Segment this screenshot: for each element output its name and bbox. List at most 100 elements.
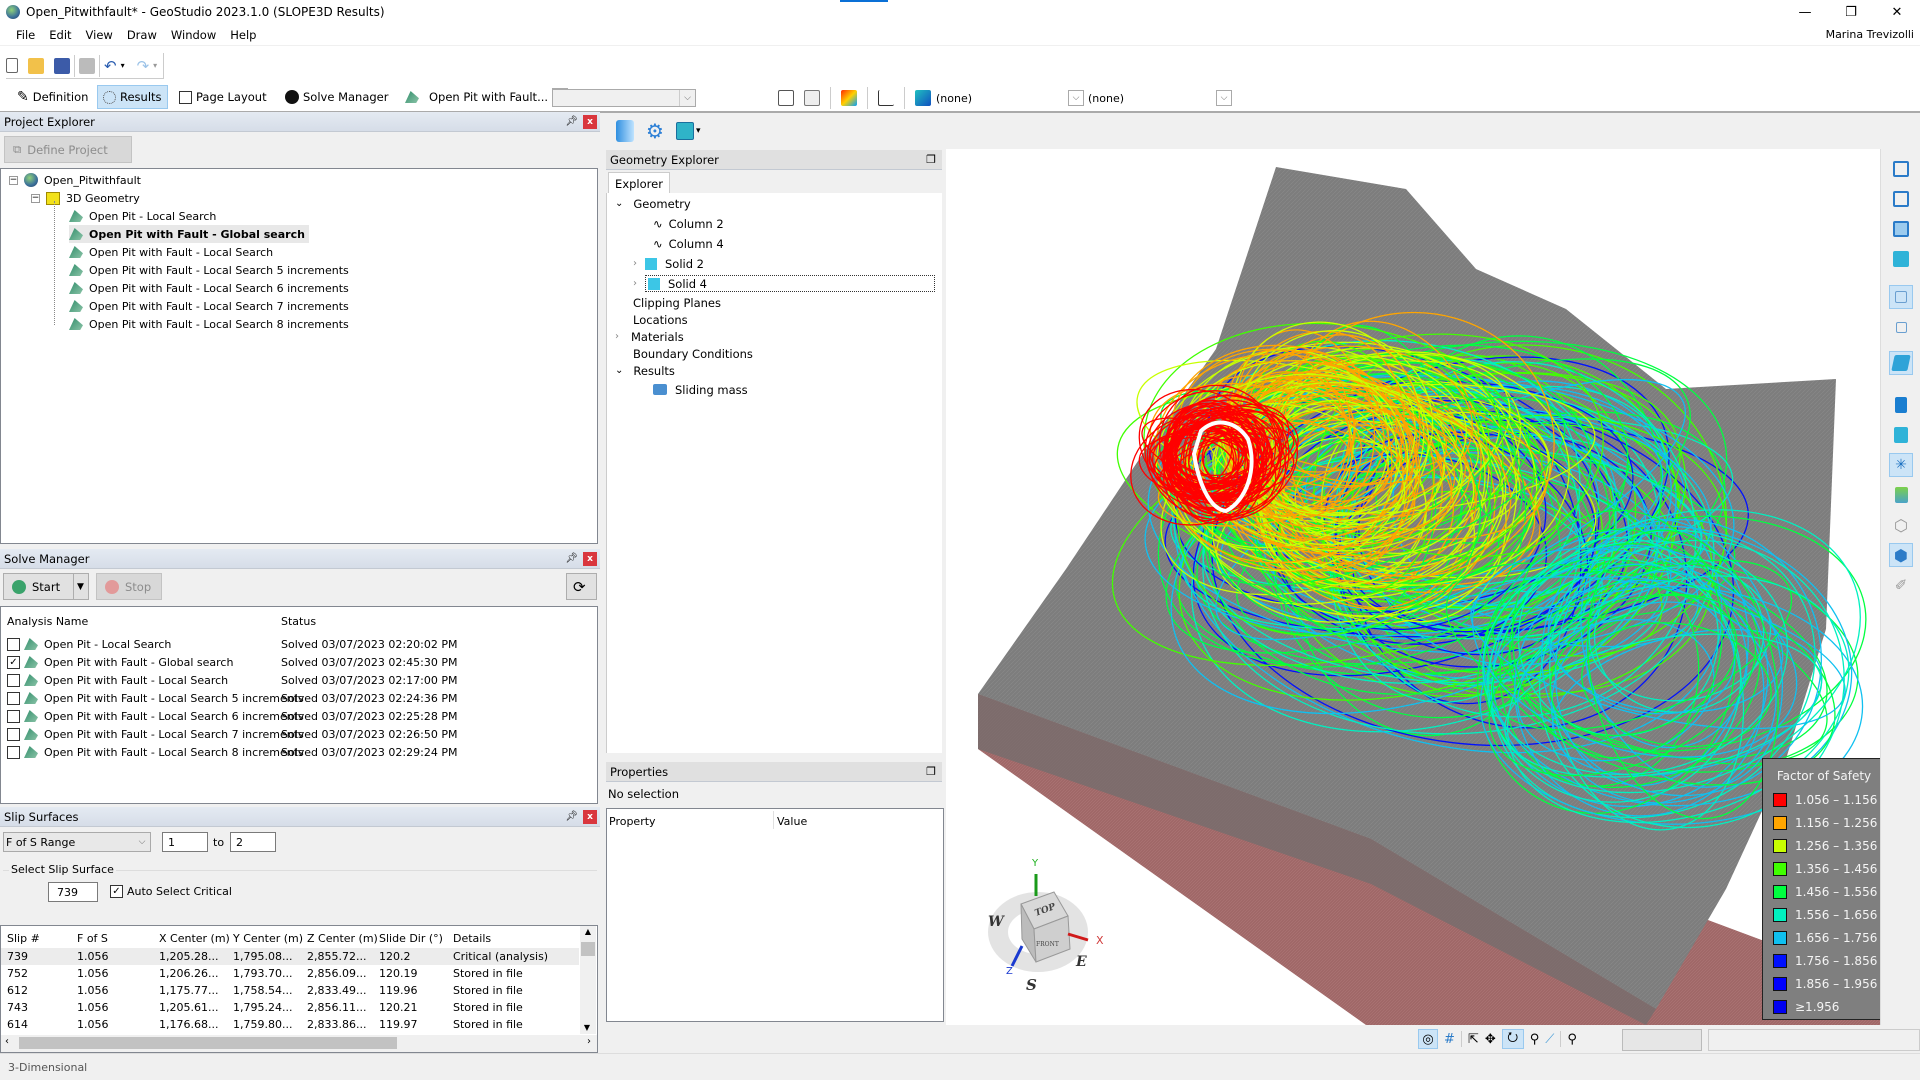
3d-viewport[interactable]: Y X Z TOP FRONT W E S — [946, 149, 1880, 1025]
orbit-icon[interactable]: ⭮ — [1501, 1029, 1524, 1049]
mesh-view-icon[interactable] — [1889, 285, 1913, 309]
slip-table-row[interactable]: 614 1.056 1,176.68... 1,759.80... 2,833.86..… — [1, 1016, 579, 1033]
isosurface-combo[interactable]: (none) ⌵ — [1088, 89, 1232, 107]
solve-manager-button[interactable]: Solve Manager — [280, 85, 393, 109]
column-header[interactable]: Slip # — [7, 932, 40, 945]
column-header[interactable]: F of S — [77, 932, 108, 945]
collapse-icon[interactable]: − — [9, 175, 18, 185]
undo-dropdown-icon[interactable]: ▾ — [121, 61, 125, 70]
solve-row[interactable]: Open Pit with Fault - Local Search 5 inc… — [7, 689, 593, 707]
column-header[interactable]: Slide Dir (°) — [379, 932, 443, 945]
column-header[interactable]: X Center (m) — [159, 932, 230, 945]
tree-root[interactable]: − Open_Pitwithfault — [9, 171, 141, 189]
minimize-button[interactable]: — — [1782, 0, 1828, 24]
column-header-name[interactable]: Analysis Name — [7, 615, 88, 628]
tab-explorer[interactable]: Explorer — [608, 172, 670, 194]
scroll-up-icon[interactable]: ▲ — [581, 927, 595, 941]
menu-draw[interactable]: Draw — [127, 28, 157, 42]
tree-boundary-conditions[interactable]: Boundary Conditions — [633, 345, 753, 362]
checkbox[interactable] — [7, 673, 20, 687]
range-from-input[interactable] — [162, 832, 208, 852]
scroll-thumb[interactable] — [19, 1037, 397, 1049]
new-file-icon[interactable] — [6, 58, 18, 73]
refresh-button[interactable]: ⟳ — [566, 573, 597, 600]
settings-gear-icon[interactable]: ⚙ — [646, 119, 664, 143]
select-solid-icon[interactable] — [1889, 247, 1913, 271]
slip-table-row[interactable]: 739 1.056 1,205.28... 1,795.08... 2,855.72..… — [1, 948, 579, 965]
close-panel-icon[interactable]: x — [583, 552, 597, 566]
vertical-scrollbar[interactable]: ▲ ▼ — [580, 926, 596, 1034]
tree-analysis-item-selected[interactable]: Open Pit with Fault - Global search — [69, 225, 309, 243]
expanded-chevron-icon[interactable]: ⌄ — [615, 365, 623, 376]
auto-select-checkbox[interactable]: ✓ Auto Select Critical — [110, 885, 232, 898]
mesh-detail-icon[interactable] — [1889, 315, 1913, 339]
range-to-input[interactable] — [230, 832, 276, 852]
tree-materials[interactable]: › Materials — [615, 328, 684, 345]
tree-sliding-mass[interactable]: Sliding mass — [653, 381, 748, 398]
open-folder-icon[interactable] — [28, 57, 44, 74]
checkbox[interactable] — [7, 745, 20, 759]
select-surface-icon[interactable] — [1889, 351, 1913, 375]
tree-analysis-item[interactable]: Open Pit with Fault - Local Search 8 inc… — [69, 315, 349, 333]
terrain-icon[interactable] — [1889, 483, 1913, 507]
polygon-fill-icon[interactable]: ⬢ — [1889, 543, 1913, 567]
secondary-combo[interactable]: ⌵ — [552, 89, 696, 107]
scroll-left-icon[interactable]: ‹ — [5, 1036, 9, 1047]
draw-cylinder-icon[interactable] — [1889, 393, 1913, 417]
pin-icon[interactable]: 📌︎ — [565, 811, 578, 822]
restore-button[interactable]: ❐ — [1828, 0, 1874, 24]
scroll-down-icon[interactable]: ▼ — [580, 1023, 594, 1032]
redo-dropdown-icon[interactable]: ▾ — [153, 61, 157, 70]
collapse-icon[interactable]: − — [31, 193, 40, 203]
checkbox[interactable] — [7, 691, 20, 705]
menu-file[interactable]: File — [16, 28, 35, 42]
solve-row[interactable]: Open Pit with Fault - Local Search Solved… — [7, 671, 593, 689]
snap-icon[interactable]: ◎ — [1418, 1029, 1438, 1049]
table-view-icon[interactable] — [778, 90, 794, 106]
range-mode-select[interactable]: F of S Range ⌵ — [3, 832, 151, 852]
tree-column-4[interactable]: ∿ Column 4 — [653, 235, 724, 252]
column-header[interactable]: Y Center (m) — [233, 932, 303, 945]
light-icon[interactable]: ✳ — [1889, 453, 1913, 477]
zoom-extents-icon[interactable]: ⚲ — [1567, 1032, 1577, 1047]
solve-row[interactable]: Open Pit with Fault - Local Search 7 inc… — [7, 725, 593, 743]
tree-clipping-planes[interactable]: Clipping Planes — [633, 294, 721, 311]
expanded-chevron-icon[interactable]: ⌄ — [615, 198, 623, 209]
tree-analysis-item[interactable]: Open Pit with Fault - Local Search 5 inc… — [69, 261, 349, 279]
tree-locations[interactable]: Locations — [633, 311, 688, 328]
undo-icon[interactable]: ↶ — [104, 57, 117, 75]
checkbox-checked[interactable]: ✓ — [7, 655, 20, 669]
start-dropdown-button[interactable]: ▼ — [73, 573, 89, 600]
close-panel-icon[interactable]: x — [583, 810, 597, 824]
stop-button[interactable]: Stop — [96, 573, 162, 600]
tree-analysis-item[interactable]: Open Pit with Fault - Local Search — [69, 243, 273, 261]
definition-button[interactable]: ✎ Definition — [12, 85, 93, 109]
menu-edit[interactable]: Edit — [49, 28, 71, 42]
save-icon[interactable] — [54, 57, 70, 74]
isosurface-icon[interactable] — [915, 90, 931, 106]
solve-row[interactable]: ✓ Open Pit with Fault - Global search Solv… — [7, 653, 593, 671]
page-layout-button[interactable]: Page Layout — [174, 85, 272, 109]
collapsed-chevron-icon[interactable]: › — [633, 278, 637, 289]
column-header-status[interactable]: Status — [281, 615, 316, 628]
tree-analysis-item[interactable]: Open Pit - Local Search — [69, 207, 216, 225]
redo-icon[interactable]: ↷ — [137, 57, 150, 75]
define-project-button[interactable]: ⧉ Define Project — [4, 136, 132, 163]
select-edge-icon[interactable] — [1889, 187, 1913, 211]
tree-results[interactable]: ⌄ Results — [615, 362, 675, 379]
horizontal-scrollbar[interactable]: ‹ › — [1, 1035, 597, 1052]
pan-icon[interactable]: ✥ — [1485, 1032, 1496, 1047]
contour-draw-icon[interactable] — [841, 90, 857, 106]
tree-solid-4[interactable]: › Solid 4 — [633, 275, 935, 292]
pointer-icon[interactable]: ⇱ — [1468, 1032, 1479, 1047]
export-view-button[interactable]: ▾ — [675, 122, 700, 140]
close-button[interactable]: ✕ — [1874, 0, 1920, 24]
slip-table-row[interactable]: 752 1.056 1,206.26... 1,793.70... 2,856.09..… — [1, 965, 579, 982]
view-3d-icon[interactable] — [616, 120, 634, 142]
collapsed-chevron-icon[interactable]: › — [615, 331, 619, 342]
scroll-thumb[interactable] — [581, 942, 595, 956]
measure-icon[interactable]: ⟋ — [1545, 1032, 1554, 1047]
column-header[interactable]: Z Center (m) — [307, 932, 378, 945]
grid-icon[interactable]: # — [1444, 1032, 1455, 1047]
checkbox[interactable] — [7, 709, 20, 723]
